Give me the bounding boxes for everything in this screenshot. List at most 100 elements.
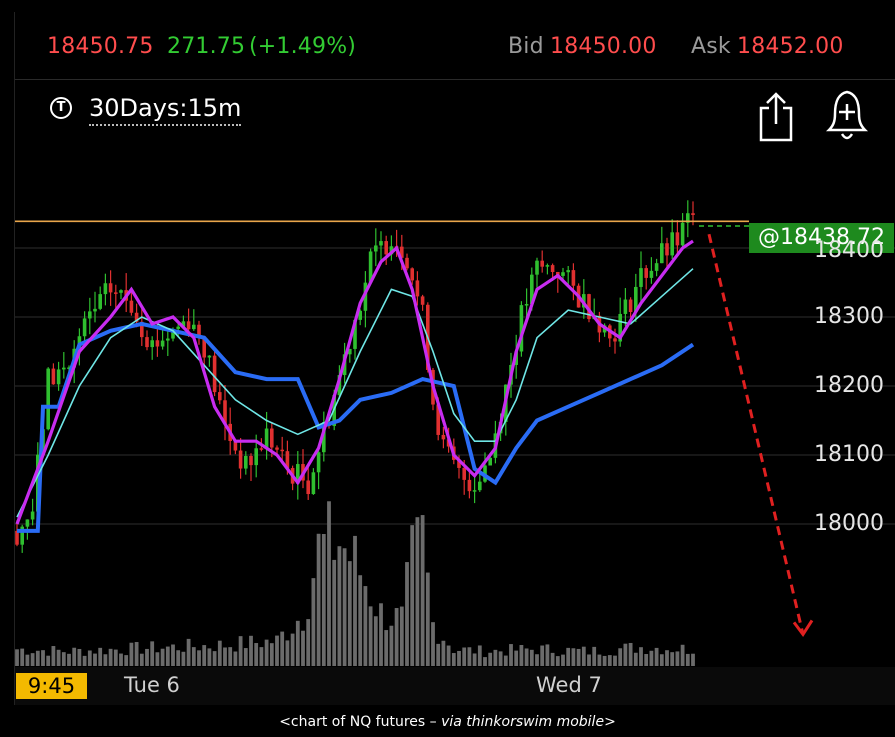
volume-bar — [405, 562, 409, 666]
candle-body — [540, 260, 544, 267]
candle-body — [275, 447, 279, 450]
volume-bar — [607, 655, 612, 666]
volume-bar — [41, 650, 45, 666]
volume-bar — [35, 650, 40, 666]
volume-bar — [540, 645, 545, 666]
candle-body — [280, 449, 284, 452]
volume-bar — [217, 640, 222, 666]
volume-bar — [129, 642, 134, 666]
candle-body — [311, 472, 316, 495]
volume-bar — [67, 653, 71, 666]
candles — [15, 200, 695, 553]
volume-bar — [639, 647, 643, 666]
candle-body — [691, 213, 695, 215]
volume-bar — [680, 644, 685, 666]
candle-body — [207, 355, 212, 358]
candle-body — [550, 265, 555, 273]
volume-bar — [20, 648, 25, 666]
volume-bar — [238, 636, 243, 666]
candle-body — [82, 318, 87, 337]
volume-bar — [165, 646, 170, 666]
volume-bar — [56, 649, 61, 666]
candle-body — [119, 290, 123, 293]
candle-body — [639, 268, 643, 287]
volume-bar — [119, 653, 123, 666]
candle-body — [145, 337, 149, 348]
candle-body — [665, 243, 669, 256]
candle-body — [415, 280, 420, 297]
volume-bar — [295, 620, 300, 666]
volume-bar — [264, 639, 269, 666]
candle-body — [379, 241, 383, 246]
volume-bar — [150, 641, 155, 666]
volume-bar — [269, 643, 274, 666]
price-chart — [15, 200, 895, 666]
candle-body — [176, 326, 180, 329]
volume-bars — [15, 501, 695, 666]
volume-bar — [134, 642, 139, 666]
candle-body — [259, 448, 264, 450]
volume-bar — [280, 631, 285, 666]
candle-body — [613, 338, 617, 342]
candle-body — [306, 480, 310, 495]
volume-bar — [186, 638, 191, 666]
volume-bar — [108, 648, 113, 666]
volume-bar — [675, 651, 680, 666]
volume-bar — [181, 651, 186, 666]
volume-bar — [472, 653, 477, 666]
candle-body — [561, 272, 565, 276]
volume-bar — [446, 645, 451, 666]
volume-bar — [316, 533, 321, 666]
volume-bar — [691, 653, 695, 666]
volume-bar — [379, 603, 383, 666]
volume-bar — [571, 648, 576, 666]
volume-bar — [113, 649, 118, 666]
volume-bar — [644, 654, 649, 666]
volume-bar — [431, 622, 435, 666]
volume-bar — [462, 647, 467, 666]
candle-body — [654, 263, 659, 271]
volume-bar — [498, 651, 503, 666]
volume-bar — [332, 559, 337, 666]
volume-bar — [436, 643, 441, 666]
volume-bar — [581, 646, 586, 666]
volume-bar — [399, 606, 404, 666]
volume-bar — [87, 650, 92, 666]
candle-body — [15, 530, 19, 545]
y-tick-label: 18200 — [814, 373, 884, 398]
volume-bar — [358, 575, 363, 666]
volume-bar — [321, 533, 326, 666]
volume-bar — [389, 625, 394, 666]
candle-body — [150, 340, 154, 348]
volume-bar — [566, 647, 571, 666]
candle-body — [410, 268, 414, 281]
volume-bar — [509, 644, 513, 666]
volume-bar — [597, 654, 602, 666]
candle-body — [51, 368, 56, 385]
candle-body — [472, 490, 477, 492]
candle-body — [103, 283, 108, 295]
volume-bar — [602, 655, 607, 666]
volume-bar — [15, 649, 19, 666]
volume-bar — [670, 652, 675, 666]
x-tick-label-wed: Wed 7 — [536, 673, 602, 697]
volume-bar — [285, 640, 290, 666]
volume-bar — [72, 647, 77, 666]
volume-bar — [233, 651, 238, 666]
candle-body — [566, 270, 570, 273]
projection-arrow-line — [707, 233, 805, 635]
candle-body — [254, 448, 258, 466]
volume-bar — [249, 635, 253, 666]
volume-bar — [171, 644, 175, 666]
volume-bar — [545, 644, 550, 666]
volume-bar — [61, 652, 66, 666]
current-time-badge: 9:45 — [16, 673, 87, 699]
candle-body — [623, 299, 628, 314]
projection-arrow-head — [792, 619, 814, 638]
candle-body — [644, 268, 648, 278]
candle-body — [155, 340, 160, 347]
volume-bar — [451, 653, 456, 666]
volume-bar — [51, 646, 56, 666]
candle-body — [467, 479, 472, 492]
candle-body — [46, 368, 50, 430]
